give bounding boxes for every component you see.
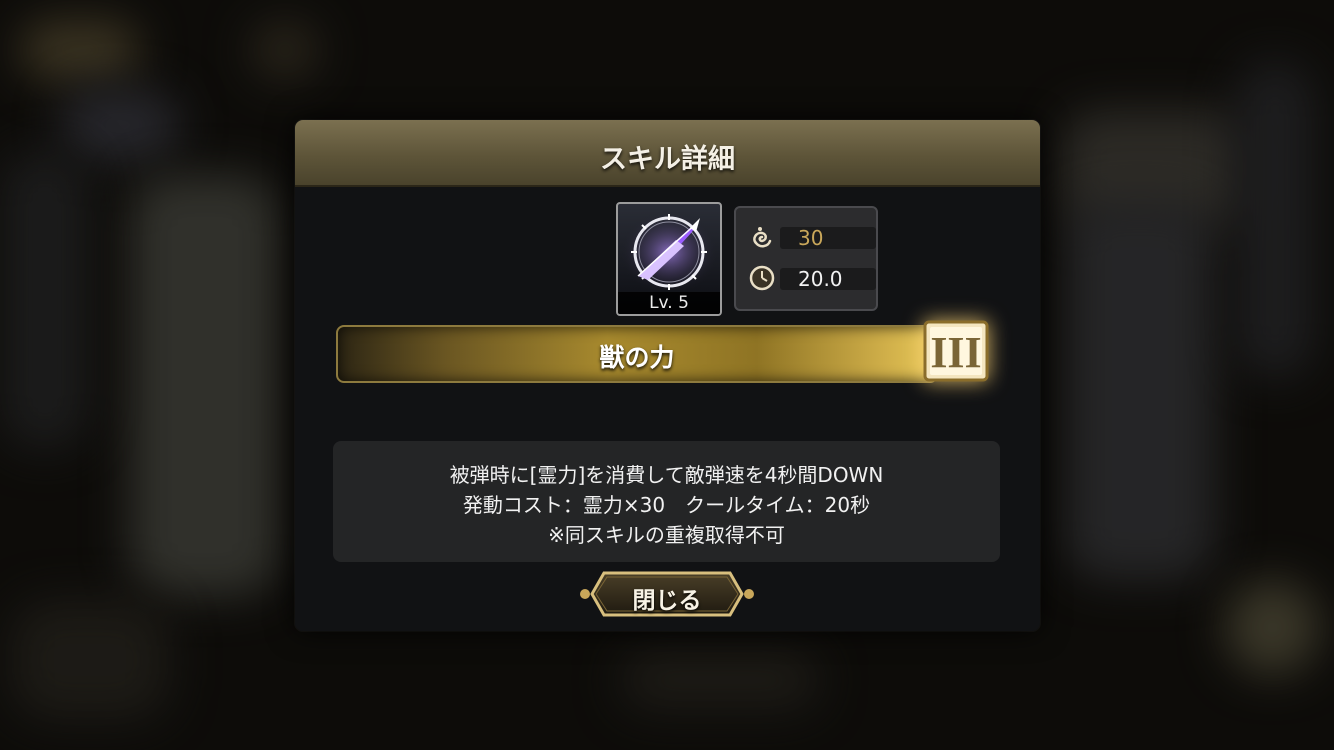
description-line: 発動コスト：霊力×30 クールタイム：20秒 (462, 493, 871, 517)
skill-description-box: 被弾時に[霊力]を消費して敵弾速を4秒間DOWN 発動コスト：霊力×30 クール… (333, 441, 1000, 562)
skill-detail-dialog: スキル詳細 Lv. 5 30 20.0 獣の力 III 被弾時に[霊力]を消費し… (295, 120, 1040, 631)
skill-rank-label: III (930, 328, 981, 377)
skill-cooldown-value: 20.0 (780, 268, 876, 290)
description-line: 被弾時に[霊力]を消費して敵弾速を4秒間DOWN (449, 463, 884, 487)
cooldown-row: 20.0 (748, 265, 876, 291)
skill-name: 獣の力 (599, 343, 675, 372)
description-line: ※同スキルの重複取得不可 (548, 523, 785, 547)
skill-rank-badge: III (921, 318, 991, 384)
skill-cost-value: 30 (780, 227, 876, 249)
dialog-title: スキル詳細 (600, 144, 735, 175)
dialog-header: スキル詳細 (295, 120, 1040, 187)
skill-level-label: Lv. 5 (618, 292, 720, 314)
skill-name-bar: 獣の力 (336, 325, 938, 383)
skill-icon-frame: Lv. 5 (616, 202, 722, 316)
skill-stats-box: 30 20.0 (734, 206, 878, 311)
spirit-power-icon (753, 227, 772, 248)
close-button[interactable]: 閉じる (578, 569, 756, 619)
close-button-label: 閉じる (632, 588, 702, 614)
purple-arrow-skill-icon (620, 206, 718, 290)
clock-icon (749, 265, 775, 291)
cost-row: 30 (748, 224, 876, 250)
